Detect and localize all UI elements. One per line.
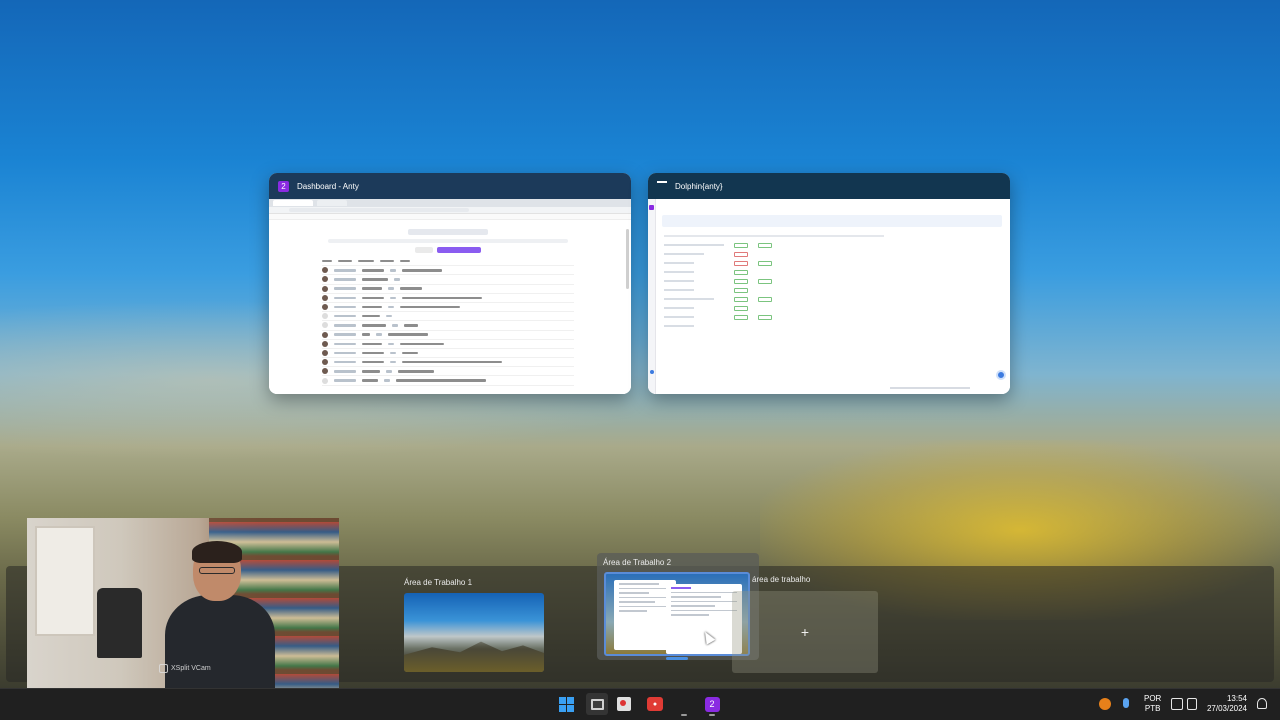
window-title: Dolphin{anty} bbox=[675, 181, 723, 191]
desktop-2-thumbnail[interactable] bbox=[604, 572, 750, 656]
task-view-icon bbox=[590, 698, 604, 710]
new-desktop-button[interactable]: + bbox=[732, 591, 878, 673]
anty-pagination bbox=[890, 387, 970, 389]
webcam-watermark: XSplit VCam bbox=[159, 664, 211, 673]
window-titlebar[interactable]: Dolphin{anty} bbox=[648, 173, 1010, 199]
webcam-overlay: XSplit VCam bbox=[27, 518, 339, 694]
volume-icon[interactable] bbox=[1187, 698, 1197, 710]
desktop-2-active-indicator bbox=[666, 657, 688, 660]
anty-icon: 2 bbox=[704, 696, 720, 712]
notification-bell-icon[interactable] bbox=[1257, 698, 1267, 709]
desktop-2-label: Área de Trabalho 2 bbox=[603, 558, 672, 567]
anty-sidebar bbox=[648, 199, 656, 394]
clock[interactable]: 13:54 27/03/2024 bbox=[1207, 694, 1247, 714]
browser-bookmarks-bar bbox=[269, 214, 631, 220]
tray-app-icon[interactable] bbox=[1099, 698, 1111, 710]
running-indicator bbox=[709, 714, 715, 716]
lang-bottom: PTB bbox=[1144, 704, 1161, 713]
room-window bbox=[35, 526, 95, 636]
clock-time: 13:54 bbox=[1226, 694, 1247, 703]
window-title: Dashboard - Anty bbox=[297, 181, 359, 191]
recorder-button[interactable]: ● bbox=[644, 693, 666, 715]
window-preview bbox=[648, 199, 1010, 394]
anty-banner bbox=[662, 215, 1002, 227]
scrollbar bbox=[626, 229, 629, 289]
snipping-tool-button[interactable] bbox=[613, 693, 635, 715]
browser-tab bbox=[317, 200, 347, 206]
new-desktop-label: área de trabalho bbox=[752, 575, 811, 584]
window-dashboard-anty[interactable]: 2 Dashboard - Anty bbox=[269, 173, 631, 394]
snipping-tool-icon bbox=[617, 697, 631, 711]
network-icon[interactable] bbox=[1171, 698, 1183, 710]
anty-taskbar-button[interactable]: 2 bbox=[701, 693, 723, 715]
microphone-icon[interactable] bbox=[1120, 698, 1132, 710]
running-indicator bbox=[681, 714, 687, 716]
windows-start-icon bbox=[558, 696, 574, 712]
anty-table-header bbox=[664, 235, 884, 237]
anty-app-icon: 2 bbox=[278, 180, 289, 192]
recorder-icon: ● bbox=[647, 697, 663, 711]
window-preview bbox=[269, 199, 631, 394]
browser-tab bbox=[273, 200, 313, 206]
lang-top: POR bbox=[1144, 694, 1162, 703]
browser-address-bar bbox=[269, 207, 631, 214]
window-titlebar[interactable]: 2 Dashboard - Anty bbox=[269, 173, 631, 199]
desktop-1-thumbnail[interactable] bbox=[404, 593, 544, 672]
watermark-text: XSplit VCam bbox=[171, 665, 211, 672]
task-view-button[interactable] bbox=[586, 693, 608, 715]
xsplit-logo-icon bbox=[159, 664, 168, 673]
dolphin-app-icon bbox=[657, 181, 667, 187]
window-dolphin-anty[interactable]: Dolphin{anty} bbox=[648, 173, 1010, 394]
start-button[interactable] bbox=[555, 693, 577, 715]
taskbar bbox=[0, 688, 1280, 720]
help-chat-icon bbox=[996, 370, 1006, 380]
clock-date: 27/03/2024 bbox=[1206, 704, 1247, 713]
language-indicator[interactable]: POR PTB bbox=[1144, 694, 1161, 714]
browser-tabs bbox=[269, 199, 631, 207]
dashboard-table bbox=[322, 229, 574, 386]
mini-window bbox=[666, 584, 742, 654]
plus-icon: + bbox=[800, 624, 810, 640]
office-chair bbox=[97, 588, 142, 658]
desktop-1-label: Área de Trabalho 1 bbox=[404, 578, 473, 587]
